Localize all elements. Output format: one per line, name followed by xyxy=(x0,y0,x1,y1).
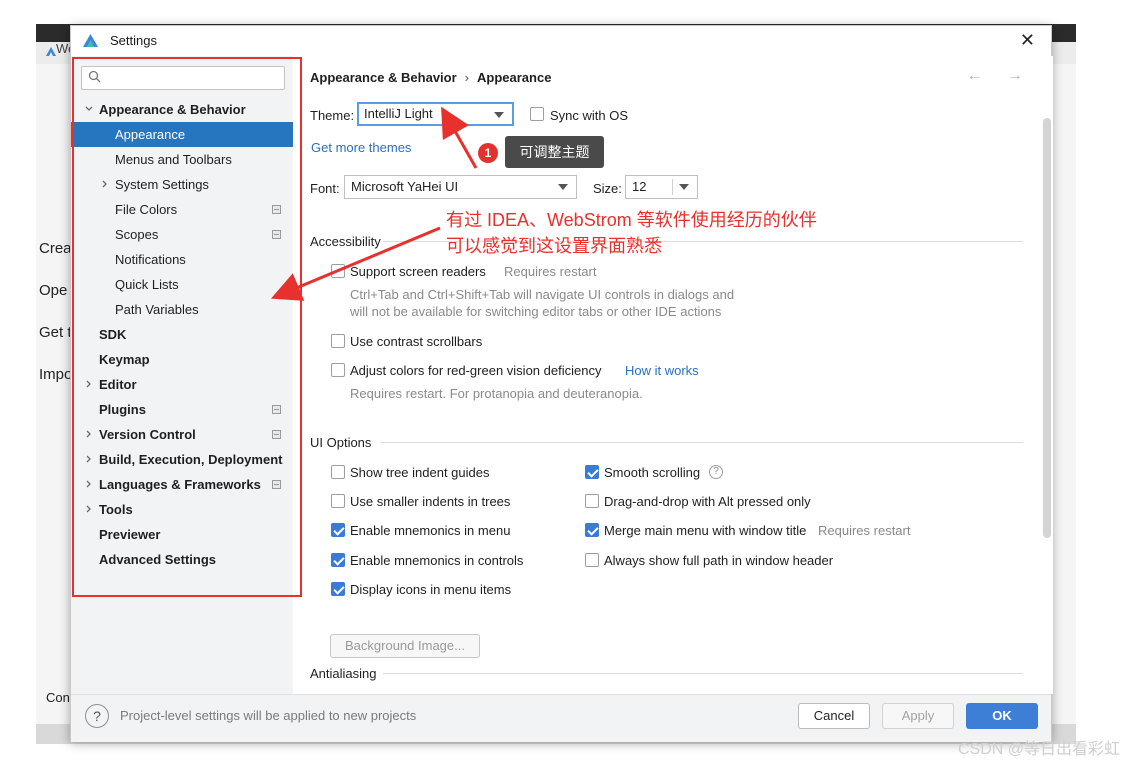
screen-readers-hint: Requires restart xyxy=(504,264,597,279)
screen-readers-label: Support screen readers xyxy=(350,264,486,279)
drag-and-drop-with-alt-pressed-only-checkbox[interactable] xyxy=(585,494,599,508)
chevron-down-icon xyxy=(494,112,504,118)
screen-readers-desc-line1: Ctrl+Tab and Ctrl+Shift+Tab will navigat… xyxy=(350,287,735,302)
screen-readers-checkbox[interactable] xyxy=(331,264,345,278)
antialiasing-section-title: Antialiasing xyxy=(310,666,377,681)
breadcrumb-current: Appearance xyxy=(477,70,552,85)
contrast-scrollbars-label: Use contrast scrollbars xyxy=(350,334,483,349)
background-item-create[interactable]: Crea xyxy=(39,240,72,257)
combo-separator xyxy=(672,179,673,195)
close-button[interactable]: ✕ xyxy=(1020,30,1035,50)
font-label: Font: xyxy=(310,181,340,196)
size-label: Size: xyxy=(593,181,622,196)
font-select[interactable]: Microsoft YaHei UI xyxy=(344,175,577,199)
background-item-import[interactable]: Impo xyxy=(39,366,72,383)
sync-os-checkbox[interactable] xyxy=(530,107,544,121)
footer-info-text: Project-level settings will be applied t… xyxy=(120,708,417,723)
display-icons-in-menu-items-checkbox[interactable] xyxy=(331,582,345,596)
cancel-button[interactable]: Cancel xyxy=(798,703,870,729)
background-bottom-label: Con xyxy=(46,690,70,705)
display-icons-in-menu-items-label: Display icons in menu items xyxy=(350,582,512,597)
screenshot-stage: We Crea Ope Get t Impo Con Settings ✕ Ap… xyxy=(0,0,1134,765)
adjust-colors-checkbox[interactable] xyxy=(331,363,345,377)
font-size-value: 12 xyxy=(632,179,647,194)
theme-select[interactable]: IntelliJ Light xyxy=(357,102,514,126)
use-smaller-indents-in-trees-label: Use smaller indents in trees xyxy=(350,494,511,509)
always-show-full-path-in-window-header-checkbox[interactable] xyxy=(585,553,599,567)
drag-and-drop-with-alt-pressed-only-label: Drag-and-drop with Alt pressed only xyxy=(604,494,811,509)
help-button[interactable]: ? xyxy=(85,704,109,728)
dialog-titlebar: Settings ✕ xyxy=(71,26,1051,56)
breadcrumb-separator: › xyxy=(464,70,470,85)
get-more-themes-link[interactable]: Get more themes xyxy=(311,140,411,155)
section-divider xyxy=(381,442,1023,443)
annotation-badge: 1 xyxy=(478,143,498,163)
enable-mnemonics-in-menu-label: Enable mnemonics in menu xyxy=(350,523,511,538)
breadcrumb-parent[interactable]: Appearance & Behavior xyxy=(310,70,457,85)
annotation-highlight-box xyxy=(72,57,302,597)
merge-main-menu-with-window-title-hint: Requires restart xyxy=(818,523,911,538)
how-it-works-link[interactable]: How it works xyxy=(625,363,699,378)
background-image-button[interactable]: Background Image... xyxy=(330,634,480,658)
dialog-footer: ? Project-level settings will be applied… xyxy=(71,694,1051,742)
watermark: CSDN @等日出看彩虹 xyxy=(957,741,1120,758)
annotation-tooltip: 可调整主题 xyxy=(505,136,604,168)
accessibility-section-title: Accessibility xyxy=(310,234,381,249)
font-size-select[interactable]: 12 xyxy=(625,175,698,199)
section-divider xyxy=(383,673,1023,674)
theme-value: IntelliJ Light xyxy=(364,106,433,121)
breadcrumb: Appearance & Behavior › Appearance xyxy=(310,70,551,85)
screen-readers-desc-line2: will not be available for switching edit… xyxy=(350,304,722,319)
smooth-scrolling-checkbox[interactable] xyxy=(585,465,599,479)
history-nav-arrows[interactable]: ← → xyxy=(967,67,1033,85)
contrast-scrollbars-checkbox[interactable] xyxy=(331,334,345,348)
use-smaller-indents-in-trees-checkbox[interactable] xyxy=(331,494,345,508)
chevron-down-icon xyxy=(558,184,568,190)
smooth-scrolling-label: Smooth scrolling xyxy=(604,465,701,480)
smooth-scrolling-help-icon[interactable]: ? xyxy=(709,465,723,479)
always-show-full-path-in-window-header-label: Always show full path in window header xyxy=(604,553,834,568)
annotation-note-line1: 有过 IDEA、WebStrom 等软件使用经历的伙伴 xyxy=(446,210,817,230)
background-item-get[interactable]: Get t xyxy=(39,324,72,341)
adjust-colors-label: Adjust colors for red-green vision defic… xyxy=(350,363,602,378)
adjust-colors-hint: Requires restart. For protanopia and deu… xyxy=(350,386,643,401)
show-tree-indent-guides-label: Show tree indent guides xyxy=(350,465,490,480)
merge-main-menu-with-window-title-checkbox[interactable] xyxy=(585,523,599,537)
enable-mnemonics-in-controls-checkbox[interactable] xyxy=(331,553,345,567)
merge-main-menu-with-window-title-label: Merge main menu with window title xyxy=(604,523,807,538)
theme-label: Theme: xyxy=(310,108,355,123)
apply-button[interactable]: Apply xyxy=(882,703,954,729)
show-tree-indent-guides-checkbox[interactable] xyxy=(331,465,345,479)
enable-mnemonics-in-controls-label: Enable mnemonics in controls xyxy=(350,553,524,568)
enable-mnemonics-in-menu-checkbox[interactable] xyxy=(331,523,345,537)
app-logo-icon xyxy=(83,34,98,47)
ui-options-section-title: UI Options xyxy=(310,435,372,450)
font-value: Microsoft YaHei UI xyxy=(351,179,459,194)
annotation-note-line2: 可以感觉到这设置界面熟悉 xyxy=(446,236,662,256)
ok-button[interactable]: OK xyxy=(966,703,1038,729)
settings-content: Appearance & Behavior › Appearance ← → The… xyxy=(293,56,1053,694)
sync-os-label: Sync with OS xyxy=(550,108,629,123)
dialog-title: Settings xyxy=(110,33,157,48)
content-scrollbar[interactable] xyxy=(1043,118,1051,538)
background-item-open[interactable]: Ope xyxy=(39,282,67,299)
chevron-down-icon xyxy=(679,184,689,190)
